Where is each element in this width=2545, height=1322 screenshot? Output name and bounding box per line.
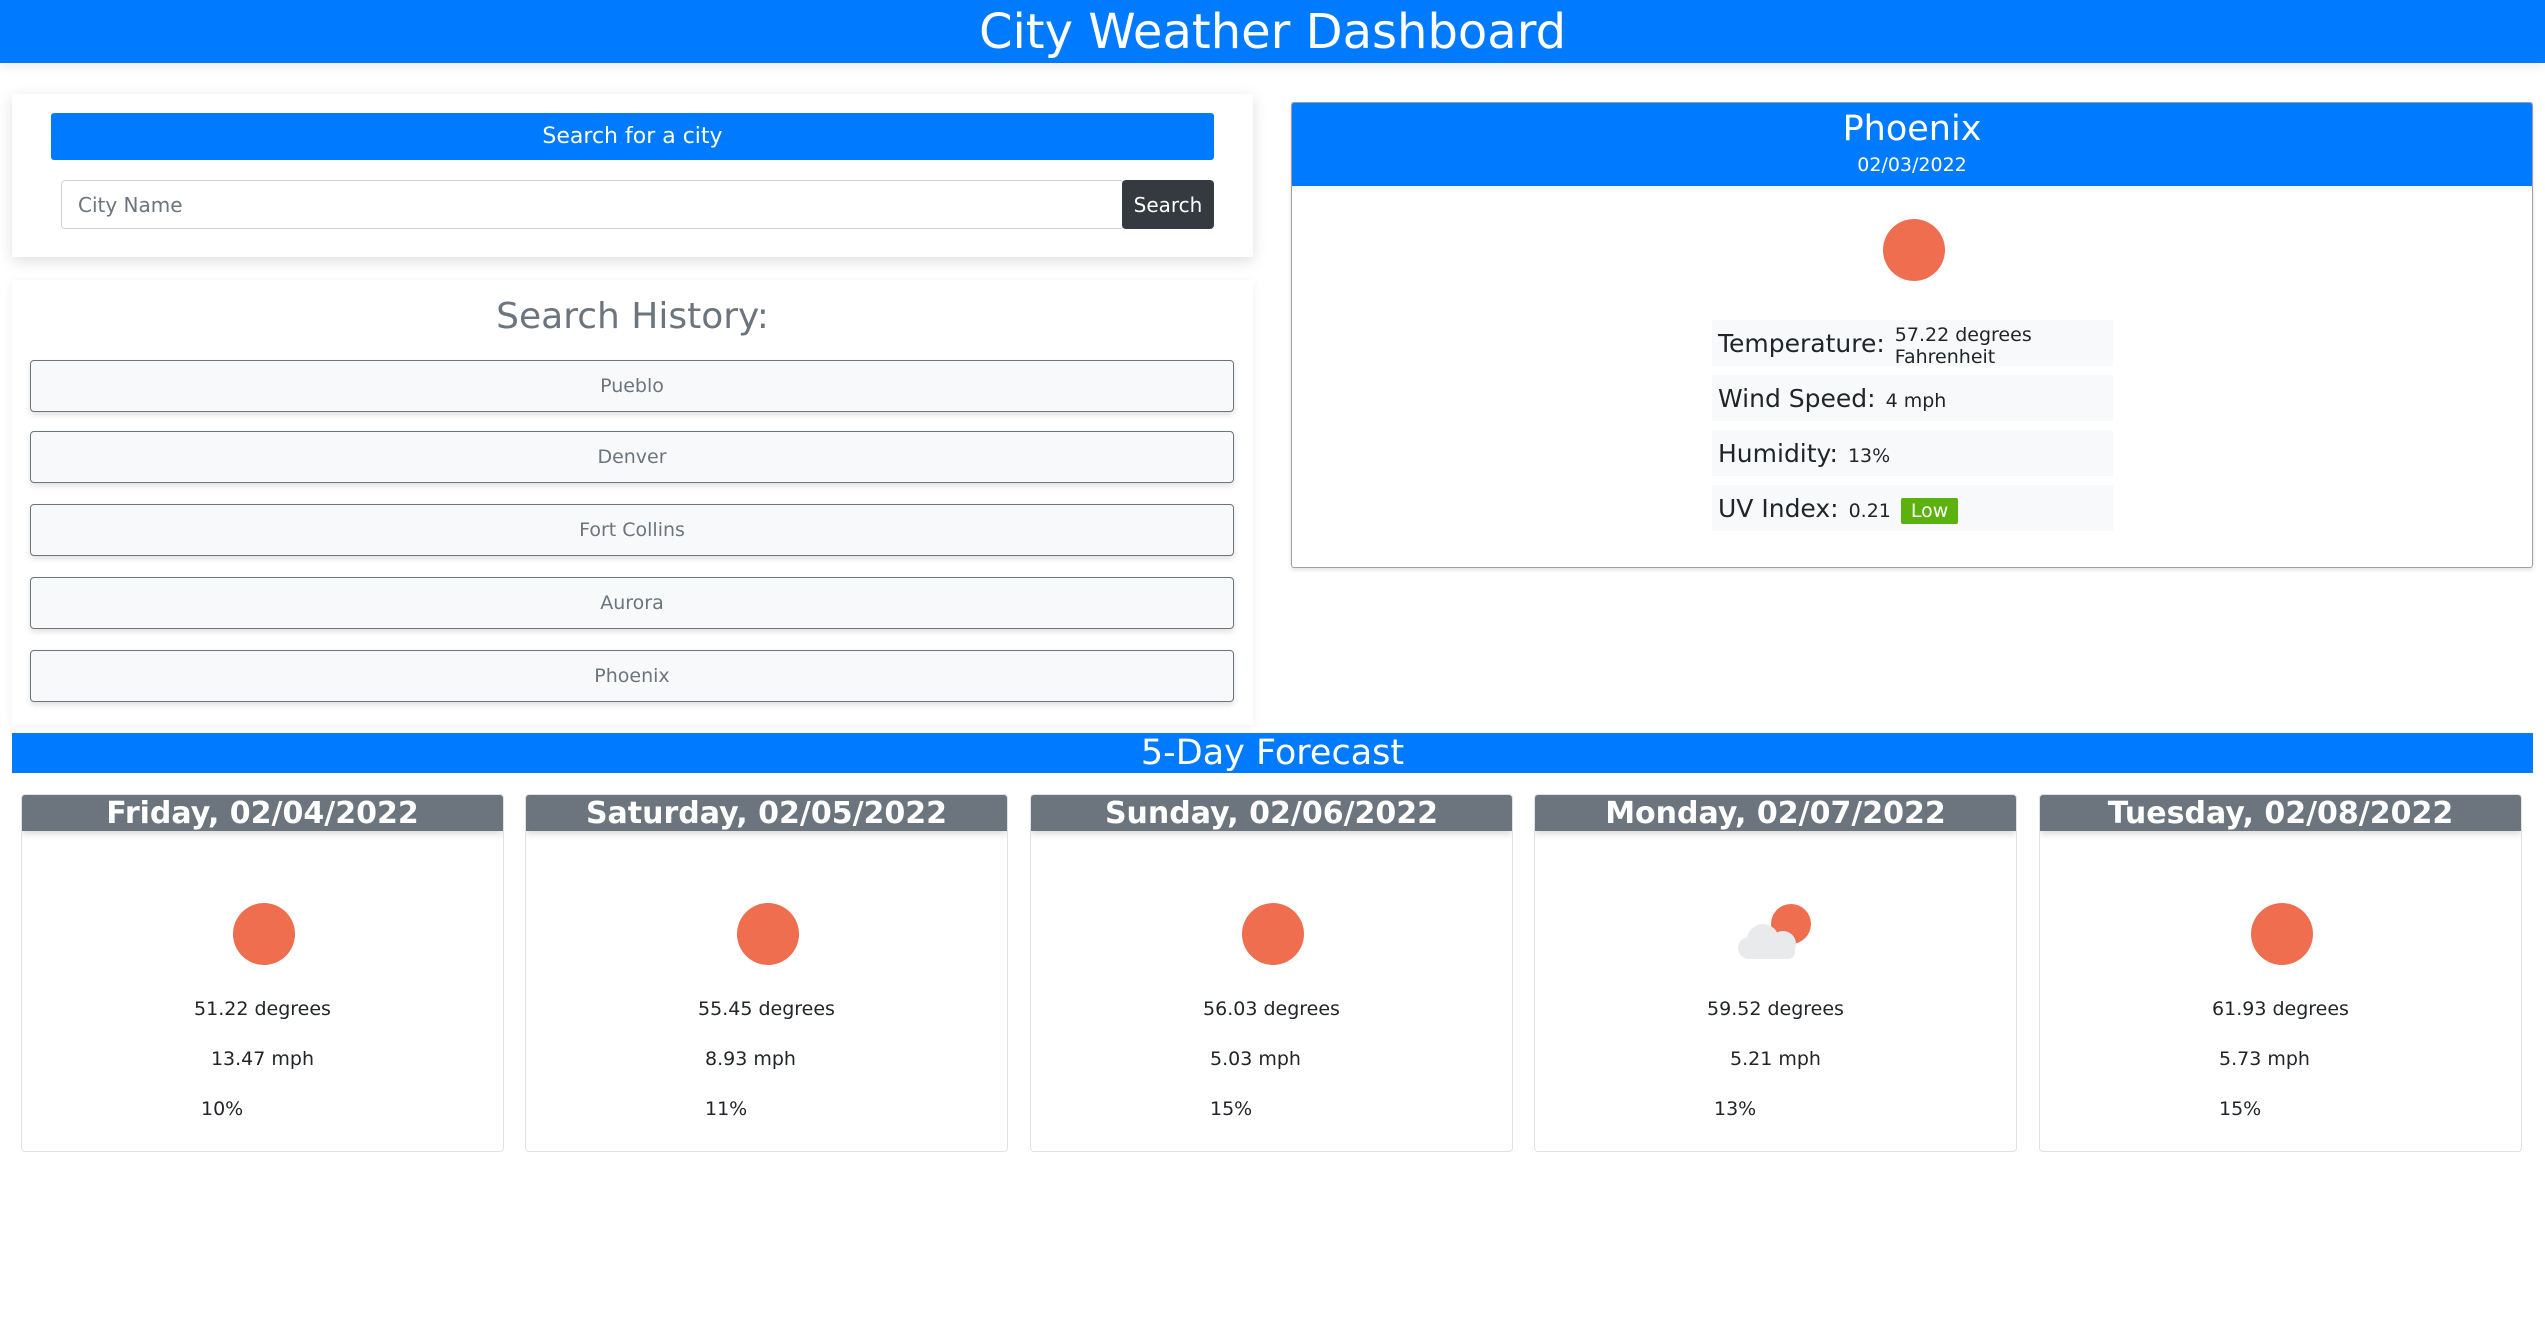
forecast-temperature: 59.52 degrees <box>1707 998 1844 1020</box>
forecast-date: Saturday, 02/05/2022 <box>526 795 1007 831</box>
history-item-fort-collins[interactable]: Fort Collins <box>30 504 1234 556</box>
forecast-card-day-5: Tuesday, 02/08/2022 61.93 degrees 5.73 m… <box>2039 794 2522 1152</box>
sun-icon <box>737 903 799 965</box>
uv-index-row: UV Index: 0.21 Low <box>1712 485 2113 531</box>
sun-icon <box>233 903 295 965</box>
city-search-input[interactable] <box>61 180 1124 229</box>
temperature-label: Temperature: <box>1718 328 1885 358</box>
temperature-row: Temperature: 57.22 degrees Fahrenheit <box>1712 320 2113 368</box>
history-item-phoenix[interactable]: Phoenix <box>30 650 1234 702</box>
forecast-title: 5-Day Forecast <box>12 733 2533 773</box>
uv-index-value: 0.21 <box>1848 499 1891 522</box>
current-weather-header: Phoenix 02/03/2022 <box>1292 103 2532 186</box>
forecast-date: Sunday, 02/06/2022 <box>1031 795 1512 831</box>
partly-cloudy-icon <box>1738 904 1811 959</box>
forecast-temperature: 61.93 degrees <box>2212 998 2349 1020</box>
forecast-humidity: 11% <box>705 1098 748 1120</box>
search-title: Search for a city <box>51 113 1214 160</box>
forecast-humidity: 13% <box>1714 1098 1757 1120</box>
forecast-temperature: 55.45 degrees <box>698 998 835 1020</box>
humidity-value: 13% <box>1847 444 1891 467</box>
forecast-card-day-4: Monday, 02/07/2022 59.52 degrees 5.21 mp… <box>1534 794 2017 1152</box>
humidity-label: Humidity: <box>1718 438 1838 468</box>
current-city-name: Phoenix <box>1842 109 1982 149</box>
search-history-title: Search History: <box>496 296 769 337</box>
forecast-temperature: 51.22 degrees <box>194 998 331 1020</box>
uv-severity-badge: Low <box>1900 497 1959 524</box>
forecast-date: Monday, 02/07/2022 <box>1535 795 2016 831</box>
forecast-humidity: 15% <box>2219 1098 2262 1120</box>
history-item-denver[interactable]: Denver <box>30 431 1234 483</box>
sun-icon <box>1242 903 1304 965</box>
wind-speed-label: Wind Speed: <box>1718 383 1876 413</box>
forecast-wind: 8.93 mph <box>705 1048 796 1070</box>
search-button[interactable]: Search <box>1122 180 1214 229</box>
history-item-aurora[interactable]: Aurora <box>30 577 1234 629</box>
forecast-wind: 5.03 mph <box>1210 1048 1301 1070</box>
forecast-date: Friday, 02/04/2022 <box>22 795 503 831</box>
forecast-humidity: 15% <box>1210 1098 1253 1120</box>
search-card: Search for a city Search <box>12 94 1253 257</box>
forecast-temperature: 56.03 degrees <box>1203 998 1340 1020</box>
wind-speed-row: Wind Speed: 4 mph <box>1712 375 2113 421</box>
forecast-card-day-1: Friday, 02/04/2022 51.22 degrees 13.47 m… <box>21 794 504 1152</box>
forecast-date: Tuesday, 02/08/2022 <box>2040 795 2521 831</box>
page-title: City Weather Dashboard <box>0 0 2545 63</box>
forecast-humidity: 10% <box>201 1098 244 1120</box>
search-history-panel: Search History: Pueblo Denver Fort Colli… <box>12 280 1253 725</box>
current-weather-card: Phoenix 02/03/2022 Temperature: 57.22 de… <box>1291 102 2533 568</box>
temperature-value: 57.22 degrees Fahrenheit <box>1894 323 2032 368</box>
forecast-card-day-3: Sunday, 02/06/2022 56.03 degrees 5.03 mp… <box>1030 794 1513 1152</box>
uv-index-label: UV Index: <box>1718 493 1839 523</box>
sun-icon <box>1883 219 1945 281</box>
forecast-wind: 5.73 mph <box>2219 1048 2310 1070</box>
sun-icon <box>2251 903 2313 965</box>
humidity-row: Humidity: 13% <box>1712 430 2113 476</box>
history-item-pueblo[interactable]: Pueblo <box>30 360 1234 412</box>
forecast-wind: 5.21 mph <box>1730 1048 1821 1070</box>
wind-speed-value: 4 mph <box>1885 389 1947 412</box>
forecast-wind: 13.47 mph <box>210 1048 315 1070</box>
current-date: 02/03/2022 <box>1857 154 1967 176</box>
forecast-card-day-2: Saturday, 02/05/2022 55.45 degrees 8.93 … <box>525 794 1008 1152</box>
